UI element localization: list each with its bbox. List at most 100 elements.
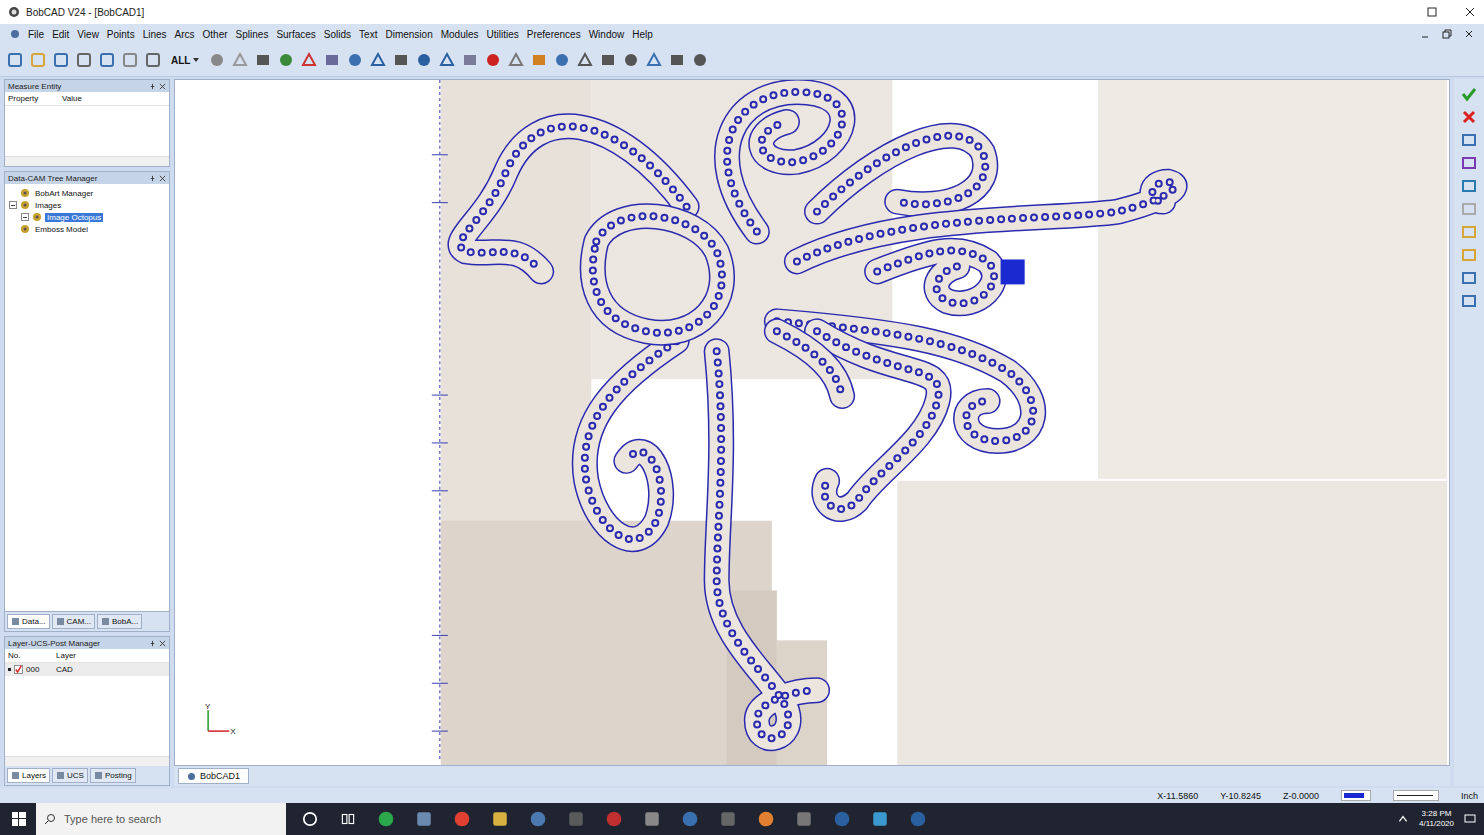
tree-item[interactable]: BobArt Manager bbox=[5, 187, 169, 199]
taskbar-app-icon[interactable] bbox=[643, 810, 661, 828]
menu-item[interactable]: Surfaces bbox=[276, 29, 315, 40]
tool-icon[interactable] bbox=[231, 51, 249, 69]
tool-icon[interactable] bbox=[392, 51, 410, 69]
tool-icon[interactable] bbox=[277, 51, 295, 69]
tool-icon[interactable] bbox=[576, 51, 594, 69]
menu-item[interactable]: Other bbox=[203, 29, 228, 40]
tool-icon[interactable] bbox=[530, 51, 548, 69]
clock[interactable]: 3:28 PM4/11/2020 bbox=[1419, 809, 1454, 830]
taskbar-app-icon[interactable] bbox=[529, 810, 547, 828]
line-color-picker[interactable] bbox=[1341, 790, 1371, 801]
tool-icon[interactable] bbox=[208, 51, 226, 69]
taskbar-app-icon[interactable] bbox=[833, 810, 851, 828]
menu-item[interactable]: Dimension bbox=[385, 29, 432, 40]
tool-icon[interactable] bbox=[346, 51, 364, 69]
tool-icon[interactable] bbox=[144, 51, 162, 69]
tool-icon[interactable] bbox=[300, 51, 318, 69]
tool-icon[interactable] bbox=[1460, 108, 1478, 126]
column-header[interactable]: Value bbox=[62, 94, 116, 103]
tool-icon[interactable] bbox=[461, 51, 479, 69]
tool-icon[interactable] bbox=[1460, 85, 1478, 103]
close-icon[interactable] bbox=[1464, 29, 1474, 39]
taskbar-app-icon[interactable] bbox=[453, 810, 471, 828]
menu-item[interactable]: Help bbox=[632, 29, 653, 40]
horizontal-scrollbar[interactable] bbox=[5, 756, 169, 766]
tool-icon[interactable] bbox=[254, 51, 272, 69]
taskbar-search[interactable]: Type here to search bbox=[36, 803, 286, 835]
horizontal-scrollbar[interactable] bbox=[5, 156, 169, 166]
menu-item[interactable]: Utilities bbox=[487, 29, 519, 40]
tool-icon[interactable] bbox=[1460, 200, 1478, 218]
menu-item[interactable]: Edit bbox=[52, 29, 69, 40]
menu-item[interactable]: File bbox=[28, 29, 44, 40]
taskbar-app-icon[interactable] bbox=[871, 810, 889, 828]
taskbar-app-icon[interactable] bbox=[377, 810, 395, 828]
pin-icon[interactable] bbox=[149, 83, 156, 90]
taskbar-app-icon[interactable] bbox=[605, 810, 623, 828]
panel-tab[interactable]: Data... bbox=[7, 614, 50, 629]
maximize-icon[interactable] bbox=[1426, 6, 1438, 18]
tool-icon[interactable] bbox=[438, 51, 456, 69]
menu-item[interactable]: Text bbox=[359, 29, 377, 40]
tool-icon[interactable] bbox=[369, 51, 387, 69]
line-style-picker[interactable] bbox=[1393, 790, 1439, 801]
tree-item[interactable]: Emboss Model bbox=[5, 223, 169, 235]
panel-tab[interactable]: CAM... bbox=[52, 614, 95, 629]
tool-icon[interactable] bbox=[1460, 246, 1478, 264]
tool-icon[interactable] bbox=[622, 51, 640, 69]
tool-icon[interactable] bbox=[1460, 292, 1478, 310]
menu-item[interactable]: Splines bbox=[236, 29, 269, 40]
close-icon[interactable] bbox=[159, 175, 166, 182]
tool-icon[interactable] bbox=[645, 51, 663, 69]
panel-tab[interactable]: UCS bbox=[52, 768, 88, 783]
cortana-icon[interactable] bbox=[301, 810, 319, 828]
tool-icon[interactable] bbox=[75, 51, 93, 69]
tool-icon[interactable] bbox=[1460, 269, 1478, 287]
panel-tab[interactable]: BobA... bbox=[97, 614, 142, 629]
task-view-icon[interactable] bbox=[339, 810, 357, 828]
column-header[interactable]: Property bbox=[8, 94, 62, 103]
tool-icon[interactable] bbox=[415, 51, 433, 69]
minimize-icon[interactable] bbox=[1420, 29, 1430, 39]
tool-icon[interactable] bbox=[6, 51, 24, 69]
tool-icon[interactable] bbox=[1460, 131, 1478, 149]
tool-icon[interactable] bbox=[1460, 154, 1478, 172]
tool-icon[interactable] bbox=[1460, 177, 1478, 195]
menu-item[interactable]: Window bbox=[589, 29, 625, 40]
taskbar-app-icon[interactable] bbox=[795, 810, 813, 828]
tool-icon[interactable] bbox=[1460, 223, 1478, 241]
octopus-drawing[interactable]: YX bbox=[175, 80, 1449, 765]
menu-item[interactable]: Points bbox=[107, 29, 135, 40]
pin-icon[interactable] bbox=[149, 640, 156, 647]
tray-chevron-icon[interactable] bbox=[1397, 813, 1409, 825]
column-header[interactable]: No. bbox=[8, 651, 56, 660]
taskbar-app-icon[interactable] bbox=[757, 810, 775, 828]
taskbar-app-icon[interactable] bbox=[491, 810, 509, 828]
tool-icon[interactable] bbox=[691, 51, 709, 69]
cad-canvas[interactable]: YX bbox=[174, 79, 1450, 766]
column-header[interactable]: Layer bbox=[56, 651, 104, 660]
taskbar-app-icon[interactable] bbox=[415, 810, 433, 828]
checkbox-icon[interactable] bbox=[14, 665, 23, 674]
tree-item[interactable]: Images bbox=[5, 199, 169, 211]
menu-item[interactable]: Lines bbox=[143, 29, 167, 40]
close-icon[interactable] bbox=[159, 640, 166, 647]
tool-icon[interactable] bbox=[668, 51, 686, 69]
tool-icon[interactable] bbox=[553, 51, 571, 69]
tool-icon[interactable] bbox=[121, 51, 139, 69]
tool-icon[interactable] bbox=[29, 51, 47, 69]
tool-icon[interactable] bbox=[484, 51, 502, 69]
expander-icon[interactable] bbox=[21, 213, 29, 221]
restore-icon[interactable] bbox=[1442, 29, 1452, 39]
menu-item[interactable]: View bbox=[77, 29, 99, 40]
menu-item[interactable]: Arcs bbox=[175, 29, 195, 40]
notification-icon[interactable] bbox=[1464, 813, 1476, 825]
close-icon[interactable] bbox=[1464, 6, 1476, 18]
taskbar-app-icon[interactable] bbox=[719, 810, 737, 828]
tool-icon[interactable] bbox=[323, 51, 341, 69]
taskbar-app-icon[interactable] bbox=[567, 810, 585, 828]
layer-row[interactable]: 000 CAD bbox=[5, 663, 169, 676]
panel-tab[interactable]: Posting bbox=[90, 768, 136, 783]
taskbar-app-icon[interactable] bbox=[681, 810, 699, 828]
taskbar-app-icon[interactable] bbox=[909, 810, 927, 828]
